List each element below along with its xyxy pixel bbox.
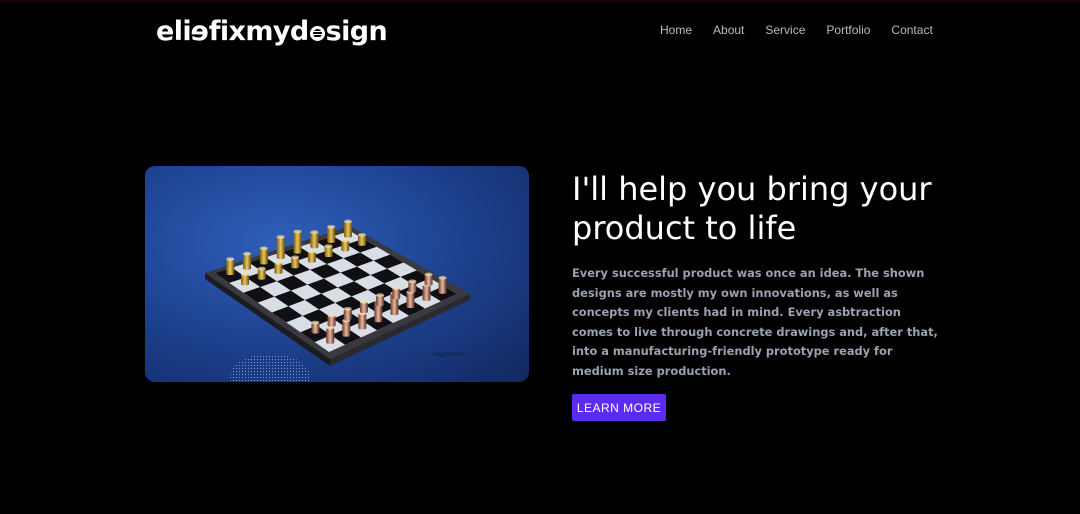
logo-striped-o-icon xyxy=(309,25,325,41)
hero-headline: I'll help you bring your product to life xyxy=(572,170,932,247)
chess-piece-top xyxy=(341,238,350,243)
brand-logo[interactable]: eli e fixmyd sign xyxy=(156,14,388,48)
chess-piece-top xyxy=(344,219,353,224)
logo-text-part1: eli xyxy=(156,15,192,47)
chess-piece xyxy=(326,327,335,344)
chess-piece-top xyxy=(226,257,235,261)
chess-piece xyxy=(327,226,336,243)
chess-piece-top xyxy=(311,320,320,325)
nav-about[interactable]: About xyxy=(713,23,744,37)
main-nav: Home About Service Portfolio Contact xyxy=(660,23,954,37)
chess-piece xyxy=(259,248,268,265)
chess-piece-top xyxy=(424,272,433,277)
chess-piece-top xyxy=(310,230,319,235)
nav-portfolio[interactable]: Portfolio xyxy=(826,23,870,37)
nav-contact[interactable]: Contact xyxy=(891,23,932,37)
chess-piece-top xyxy=(357,232,366,237)
logo-text-part2: fixmyd xyxy=(208,15,309,47)
chess-piece-top xyxy=(343,307,352,311)
chess-piece-top xyxy=(274,261,283,265)
chess-piece xyxy=(344,221,353,238)
chess-piece-top xyxy=(243,251,252,256)
chess-piece xyxy=(422,284,431,301)
chess-piece xyxy=(438,277,447,294)
chess-piece xyxy=(406,292,415,309)
chess-piece-top xyxy=(359,300,368,304)
chess-piece xyxy=(342,320,351,337)
top-border xyxy=(0,0,1080,2)
chess-piece-top xyxy=(327,313,336,318)
nav-service[interactable]: Service xyxy=(765,23,805,37)
logo-text-part3: sign xyxy=(325,15,388,47)
learn-more-button[interactable]: LEARN MORE xyxy=(572,394,666,421)
chess-piece-top xyxy=(408,279,417,284)
chess-piece xyxy=(293,231,302,254)
chess-piece-top xyxy=(307,249,316,254)
chess-piece-top xyxy=(327,225,336,229)
chess-piece-top xyxy=(276,235,285,239)
chess-board-image: ~signature~ xyxy=(145,166,529,382)
chess-piece xyxy=(358,313,367,330)
chess-piece-top xyxy=(376,293,385,297)
chess-piece xyxy=(226,259,235,276)
chess-piece xyxy=(243,253,252,270)
chess-piece-top xyxy=(291,255,300,260)
chess-piece-top xyxy=(324,244,333,248)
chess-piece-top xyxy=(293,229,302,234)
chess-piece xyxy=(310,232,319,249)
svg-text:~signature~: ~signature~ xyxy=(430,351,469,358)
chess-piece-top xyxy=(257,266,266,271)
nav-home[interactable]: Home xyxy=(660,23,692,37)
hero-description: Every successful product was once an ide… xyxy=(572,266,938,378)
logo-flipped-e: e xyxy=(191,15,209,47)
chess-piece-top xyxy=(392,286,401,291)
chess-piece xyxy=(276,236,285,259)
chess-piece-top xyxy=(259,246,268,251)
chess-piece-top xyxy=(438,275,447,280)
chess-piece-top xyxy=(241,272,250,276)
